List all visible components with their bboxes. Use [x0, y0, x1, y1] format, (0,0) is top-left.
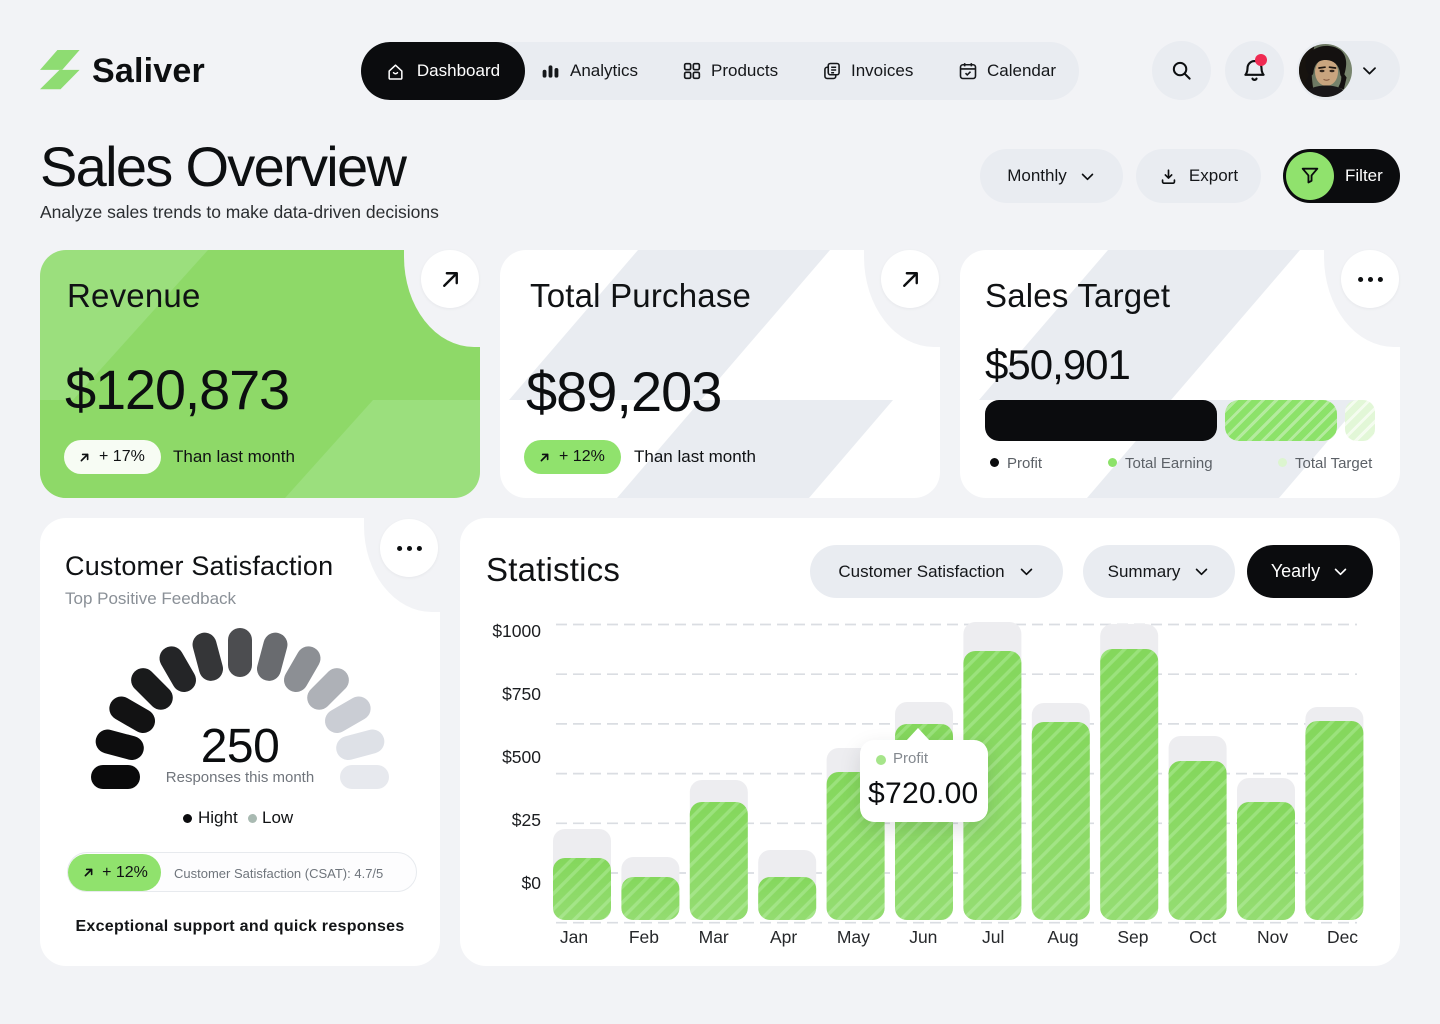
svg-text:$0: $0 — [522, 873, 542, 893]
svg-text:$750: $750 — [502, 684, 541, 704]
svg-text:Jan: Jan — [560, 927, 588, 947]
svg-text:Nov: Nov — [1257, 927, 1288, 947]
svg-text:Aug: Aug — [1047, 927, 1078, 947]
svg-text:$25: $25 — [512, 810, 541, 830]
svg-text:Feb: Feb — [629, 927, 659, 947]
svg-text:Jun: Jun — [909, 927, 937, 947]
svg-text:Oct: Oct — [1189, 927, 1216, 947]
svg-text:Apr: Apr — [770, 927, 797, 947]
svg-text:Mar: Mar — [699, 927, 729, 947]
svg-text:Dec: Dec — [1327, 927, 1358, 947]
svg-text:Sep: Sep — [1117, 927, 1148, 947]
svg-text:Jul: Jul — [982, 927, 1004, 947]
svg-text:May: May — [837, 927, 870, 947]
svg-text:$1000: $1000 — [492, 621, 541, 641]
svg-text:$500: $500 — [502, 747, 541, 767]
